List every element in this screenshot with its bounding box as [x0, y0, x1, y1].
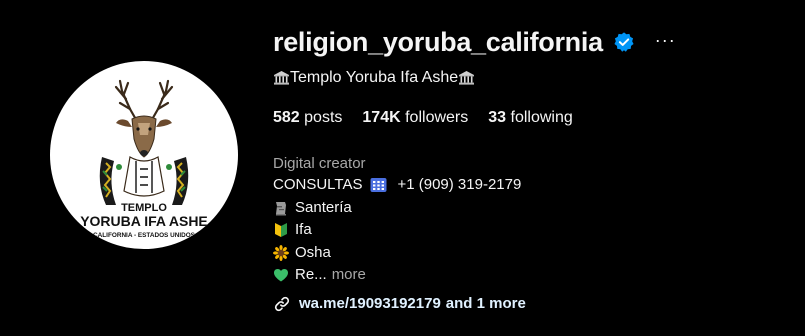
classical-building-icon	[273, 70, 290, 86]
beginner-symbol-icon	[273, 222, 289, 238]
classical-building-icon	[458, 70, 475, 86]
bio-osha: Osha	[295, 243, 331, 261]
verified-badge-icon	[613, 31, 635, 53]
telephone-keypad-icon	[370, 177, 387, 193]
more-options-icon[interactable]: ···	[655, 30, 676, 50]
sunflower-icon	[273, 244, 289, 261]
bio-line-truncated: Re... more	[273, 264, 793, 287]
profile-page: TEMPLO YORUBA IFA ASHE CALIFORNIA - ESTA…	[0, 0, 805, 336]
profile-info: religion_yoruba_california ··· Templo Yo…	[273, 22, 793, 315]
bio-ifa: Ifa	[295, 221, 312, 238]
bio-truncated-text: Re...	[295, 266, 327, 283]
bio-consultas-text: CONSULTAS	[273, 176, 363, 193]
external-link-row[interactable]: wa.me/19093192179 and 1 more	[273, 293, 793, 315]
following-stat[interactable]: 33 following	[488, 107, 573, 129]
bio-line-ifa: Ifa	[273, 219, 793, 242]
full-name-row: Templo Yoruba Ifa Ashe	[273, 67, 793, 89]
bio-santeria: Santería	[295, 198, 352, 216]
bio-more-button[interactable]: more	[332, 264, 366, 287]
bio-line-santeria: Santería	[273, 197, 793, 220]
green-heart-icon	[273, 267, 289, 283]
bio-line-osha: Osha	[273, 242, 793, 265]
profile-category: Digital creator	[273, 155, 366, 172]
posts-count: 582	[273, 109, 300, 126]
followers-stat[interactable]: 174K followers	[362, 107, 468, 129]
bio-line-consultas: CONSULTAS +1 (909) 319-2179	[273, 174, 793, 197]
external-link-url[interactable]: wa.me/19093192179	[299, 293, 441, 315]
profile-stats: 582 posts 174K followers 33 following	[273, 107, 793, 129]
moai-icon	[273, 200, 289, 216]
link-icon	[273, 295, 291, 313]
temple-logo-image: TEMPLO YORUBA IFA ASHE CALIFORNIA - ESTA…	[80, 79, 208, 239]
bio-phone: +1 (909) 319-2179	[397, 176, 522, 193]
external-link-more[interactable]: and 1 more	[446, 293, 526, 315]
username[interactable]: religion_yoruba_california	[273, 22, 603, 62]
logo-text-location: CALIFORNIA - ESTADOS UNIDOS	[93, 232, 196, 239]
full-name: Templo Yoruba Ifa Ashe	[290, 69, 459, 86]
profile-bio: CONSULTAS +1 (909) 319-2179 Santería Ifa…	[273, 174, 793, 287]
posts-label: posts	[304, 109, 343, 126]
username-row: religion_yoruba_california ···	[273, 22, 793, 62]
following-count: 33	[488, 109, 507, 126]
following-label: following	[510, 109, 573, 126]
followers-count: 174K	[362, 109, 401, 126]
logo-text-main: YORUBA IFA ASHE	[80, 213, 208, 229]
posts-stat: 582 posts	[273, 107, 342, 129]
profile-avatar[interactable]: TEMPLO YORUBA IFA ASHE CALIFORNIA - ESTA…	[50, 61, 238, 249]
followers-label: followers	[405, 109, 469, 126]
